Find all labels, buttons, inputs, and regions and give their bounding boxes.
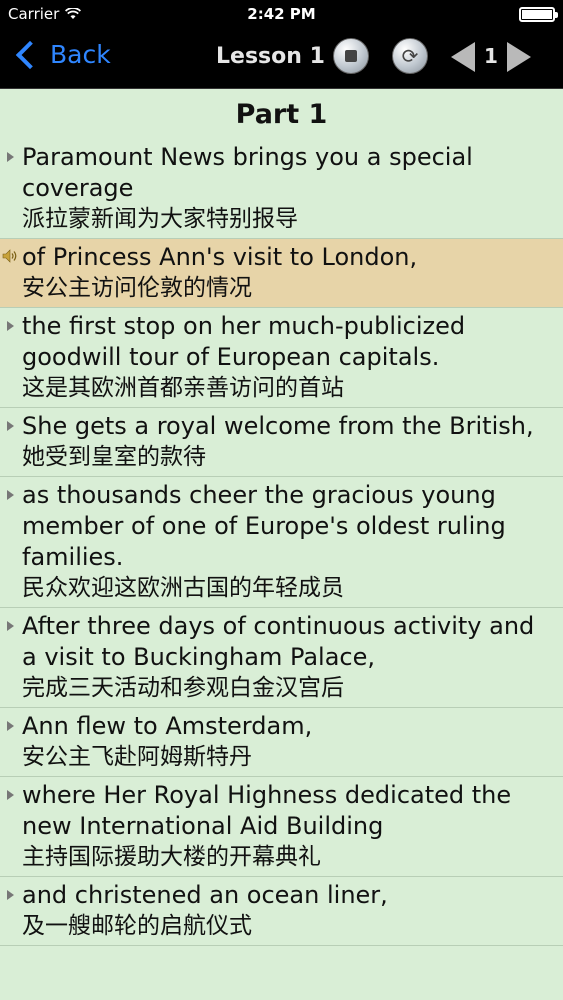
sentence-row[interactable]: Ann flew to Amsterdam, 安公主飞赴阿姆斯特丹 — [0, 708, 563, 777]
english-text: as thousands cheer the gracious young me… — [22, 481, 506, 571]
repeat-icon: ⟳ — [401, 44, 419, 68]
sentence-row[interactable]: She gets a royal welcome from the Britis… — [0, 408, 563, 477]
repeat-button[interactable]: ⟳ — [392, 38, 428, 74]
sentence-row-playing[interactable]: of Princess Ann's visit to London, 安公主访问… — [0, 239, 563, 308]
chinese-text: 派拉蒙新闻为大家特别报导 — [22, 206, 298, 232]
navigation-bar: Back Lesson 1 ⟳ 1 — [0, 28, 563, 89]
status-bar: Carrier 2:42 PM — [0, 0, 563, 28]
english-text: After three days of continuous activity … — [22, 612, 535, 671]
back-label: Back — [50, 40, 111, 69]
sentence-row[interactable]: After three days of continuous activity … — [0, 608, 563, 708]
english-text: and christened an ocean liner, — [22, 881, 388, 909]
lesson-title: Lesson 1 — [216, 44, 325, 69]
english-text: where Her Royal Highness dedicated the n… — [22, 781, 512, 840]
chinese-text: 这是其欧洲首都亲善访问的首站 — [22, 375, 344, 401]
play-marker-icon — [7, 621, 14, 631]
sentence-row[interactable]: Paramount News brings you a special cove… — [0, 139, 563, 239]
play-marker-icon — [7, 490, 14, 500]
stop-icon — [345, 50, 357, 62]
section-title: Part 1 — [235, 99, 328, 130]
status-time: 2:42 PM — [247, 5, 316, 23]
chinese-text: 民众欢迎这欧洲古国的年轻成员 — [22, 575, 344, 601]
play-marker-icon — [7, 721, 14, 731]
english-text: Ann flew to Amsterdam, — [22, 712, 313, 740]
sentence-row[interactable]: where Her Royal Highness dedicated the n… — [0, 777, 563, 877]
play-marker-icon — [7, 421, 14, 431]
english-text: Paramount News brings you a special cove… — [22, 143, 473, 202]
play-marker-icon — [7, 790, 14, 800]
next-page-button[interactable] — [507, 42, 531, 72]
lesson-content: Part 1 Paramount News brings you a speci… — [0, 89, 563, 946]
english-text: the first stop on her much-publicized go… — [22, 312, 466, 371]
chinese-text: 及一艘邮轮的启航仪式 — [22, 913, 252, 939]
play-marker-icon — [7, 321, 14, 331]
chinese-text: 完成三天活动和参观白金汉宫后 — [22, 675, 344, 701]
play-marker-icon — [7, 152, 14, 162]
stop-button[interactable] — [333, 38, 369, 74]
battery-icon — [519, 7, 558, 22]
back-button[interactable]: Back — [14, 40, 111, 69]
english-text: She gets a royal welcome from the Britis… — [22, 412, 534, 440]
english-text: of Princess Ann's visit to London, — [22, 243, 418, 271]
previous-page-button[interactable] — [451, 42, 475, 72]
sentence-row[interactable]: the first stop on her much-publicized go… — [0, 308, 563, 408]
speaker-icon — [2, 249, 17, 263]
page-number: 1 — [484, 44, 498, 68]
chinese-text: 主持国际援助大楼的开幕典礼 — [22, 844, 321, 870]
sentence-row[interactable]: and christened an ocean liner, 及一艘邮轮的启航仪… — [0, 877, 563, 946]
chevron-left-icon — [15, 40, 45, 69]
sentence-row[interactable]: as thousands cheer the gracious young me… — [0, 477, 563, 608]
chinese-text: 她受到皇室的款待 — [22, 444, 206, 470]
chinese-text: 安公主访问伦敦的情况 — [22, 275, 252, 301]
chinese-text: 安公主飞赴阿姆斯特丹 — [22, 744, 252, 770]
play-marker-icon — [7, 890, 14, 900]
